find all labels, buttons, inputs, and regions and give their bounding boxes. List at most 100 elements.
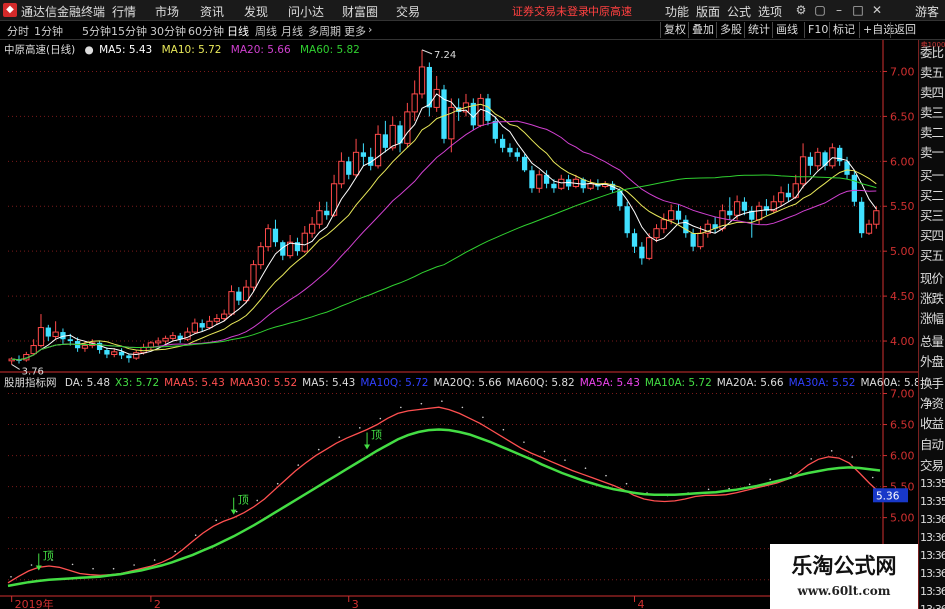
- period-daily[interactable]: 日线: [227, 23, 249, 39]
- indicator-dot: [359, 427, 361, 429]
- order-book-row: 净资: [920, 396, 944, 411]
- order-book-row: 13:36: [920, 513, 945, 526]
- indicator-title: 股朋指标网: [4, 377, 57, 389]
- candle-body-up: [213, 318, 220, 322]
- period-1min[interactable]: 1分钟: [34, 23, 63, 39]
- order-book-row: 13:36: [920, 602, 945, 609]
- candle-body-down: [514, 152, 520, 157]
- minimize-icon[interactable]: –: [831, 2, 847, 18]
- indicator-dot: [461, 406, 464, 409]
- candle-body-up: [418, 66, 426, 95]
- candle-body-down: [382, 134, 389, 148]
- chevron-right-icon[interactable]: ›: [368, 23, 372, 36]
- indicator-legend-item: DA: 5.48: [64, 377, 110, 389]
- menu-wealth-circle[interactable]: 财富圈: [342, 3, 378, 20]
- period-5min[interactable]: 5分钟: [82, 23, 111, 39]
- candle-body-up: [799, 156, 807, 185]
- candle-body-down: [272, 228, 279, 243]
- indicator-dot: [830, 450, 833, 452]
- indicator-dot: [400, 406, 402, 409]
- menu-market-quotes[interactable]: 行情: [112, 3, 136, 20]
- period-monthly[interactable]: 月线: [281, 23, 303, 39]
- settings-icon[interactable]: ⚙: [793, 2, 809, 18]
- menu-discover[interactable]: 发现: [244, 3, 268, 20]
- order-book-row: 涨跌: [920, 291, 944, 306]
- order-book-row: 现价: [920, 271, 944, 286]
- candle-body-up: [111, 351, 118, 356]
- order-book-row: 卖一: [920, 145, 944, 160]
- maximize-icon[interactable]: □: [850, 2, 866, 18]
- login-notice[interactable]: 证券交易未登录: [512, 3, 589, 19]
- indicator-legend-item: MA60Q: 5.82: [506, 377, 575, 389]
- indicator-legend-item: X3: 5.72: [115, 377, 160, 389]
- indicator-tick-label: 5.00: [890, 512, 915, 525]
- candle-body-up: [228, 291, 235, 315]
- menu-market[interactable]: 市场: [155, 3, 179, 20]
- period-multi[interactable]: 多周期: [308, 23, 341, 39]
- order-book-row: 收益: [920, 416, 944, 431]
- main-price-axis: 7.00 6.50 6.00 5.50 5.00 4.50 4.00: [883, 65, 915, 348]
- candle-body-up: [660, 219, 667, 230]
- order-book-row: 总量: [920, 334, 944, 349]
- indicator-dot: [276, 482, 279, 485]
- indicator-dot: [194, 534, 197, 537]
- legend-ma60: MA60: 5.82: [300, 44, 360, 56]
- date-tick-label: 4: [638, 598, 645, 609]
- candle-body-down: [360, 152, 367, 157]
- candle-body-down: [785, 192, 792, 198]
- adjust-button[interactable]: 复权: [660, 22, 689, 38]
- multi-stock-button[interactable]: 多股: [716, 22, 745, 38]
- menu-layout[interactable]: 版面: [696, 3, 720, 20]
- indicator-legend-item: MAA5: 5.43: [164, 377, 225, 389]
- indicator-settings-icon[interactable]: ●: [85, 44, 94, 56]
- candle-body-up: [536, 174, 543, 189]
- period-60min[interactable]: 60分钟: [188, 23, 224, 39]
- indicator-legend-item: MA20Q: 5.66: [433, 377, 502, 389]
- period-intraday[interactable]: 分时: [7, 23, 29, 39]
- main-pane-grid: [0, 40, 918, 596]
- signal-label: 顶: [371, 428, 382, 441]
- candle-body-up: [221, 313, 228, 320]
- menu-functions[interactable]: 功能: [665, 3, 689, 20]
- kline-chart-area[interactable]: 7.243.76 7.006.506.005.505.004.504.00 顶顶…: [0, 40, 918, 609]
- date-tick-label: 3: [352, 598, 359, 609]
- mark-button[interactable]: 标记: [829, 22, 858, 38]
- menu-trade[interactable]: 交易: [396, 3, 420, 20]
- guest-user-label[interactable]: 游客: [915, 3, 939, 20]
- period-15min[interactable]: 15分钟: [111, 23, 147, 39]
- watermark: 乐淘公式网 www.60lt.com: [770, 544, 918, 609]
- candle-body-down: [521, 156, 528, 171]
- candle-body-down: [104, 350, 110, 355]
- low-price-pointer: [11, 363, 20, 370]
- overlay-button[interactable]: 叠加: [688, 22, 717, 38]
- indicator-dot: [71, 563, 74, 566]
- candle-body-down: [324, 210, 330, 216]
- order-book-row: 交易: [920, 458, 944, 473]
- tdx-terminal-window: ◆ 通达信金融终端 行情 市场 资讯 发现 问小达 财富圈 交易 证券交易未登录…: [0, 0, 945, 609]
- close-icon[interactable]: ✕: [869, 2, 885, 18]
- order-book-row: 自动: [920, 437, 944, 452]
- draw-line-button[interactable]: 画线: [772, 22, 801, 38]
- menu-news[interactable]: 资讯: [200, 3, 224, 20]
- candle-body-down: [499, 138, 506, 148]
- legend-ma5: MA5: 5.43: [99, 44, 153, 56]
- indicator-dot: [256, 499, 259, 502]
- indicator-dot: [174, 550, 176, 553]
- period-30min[interactable]: 30分钟: [150, 23, 186, 39]
- candle-body-down: [675, 210, 682, 220]
- period-weekly[interactable]: 周线: [255, 23, 277, 39]
- menu-xiaoda[interactable]: 问小达: [288, 3, 324, 20]
- order-book-row: 买三: [920, 208, 944, 223]
- indicator-legend-item: MA5A: 5.43: [579, 377, 640, 389]
- candle-body-up: [30, 345, 37, 355]
- menu-formula[interactable]: 公式: [727, 3, 751, 20]
- restore-icon[interactable]: ▢: [812, 2, 828, 18]
- menu-options[interactable]: 选项: [758, 3, 782, 20]
- candle-body-up: [646, 237, 653, 259]
- candle-body-up: [865, 223, 873, 234]
- period-more[interactable]: 更多: [344, 23, 366, 39]
- app-title: 通达信金融终端: [21, 5, 106, 19]
- f10-button[interactable]: F10: [804, 22, 831, 38]
- back-button[interactable]: 返回: [890, 22, 919, 38]
- statistics-button[interactable]: 统计: [744, 22, 773, 38]
